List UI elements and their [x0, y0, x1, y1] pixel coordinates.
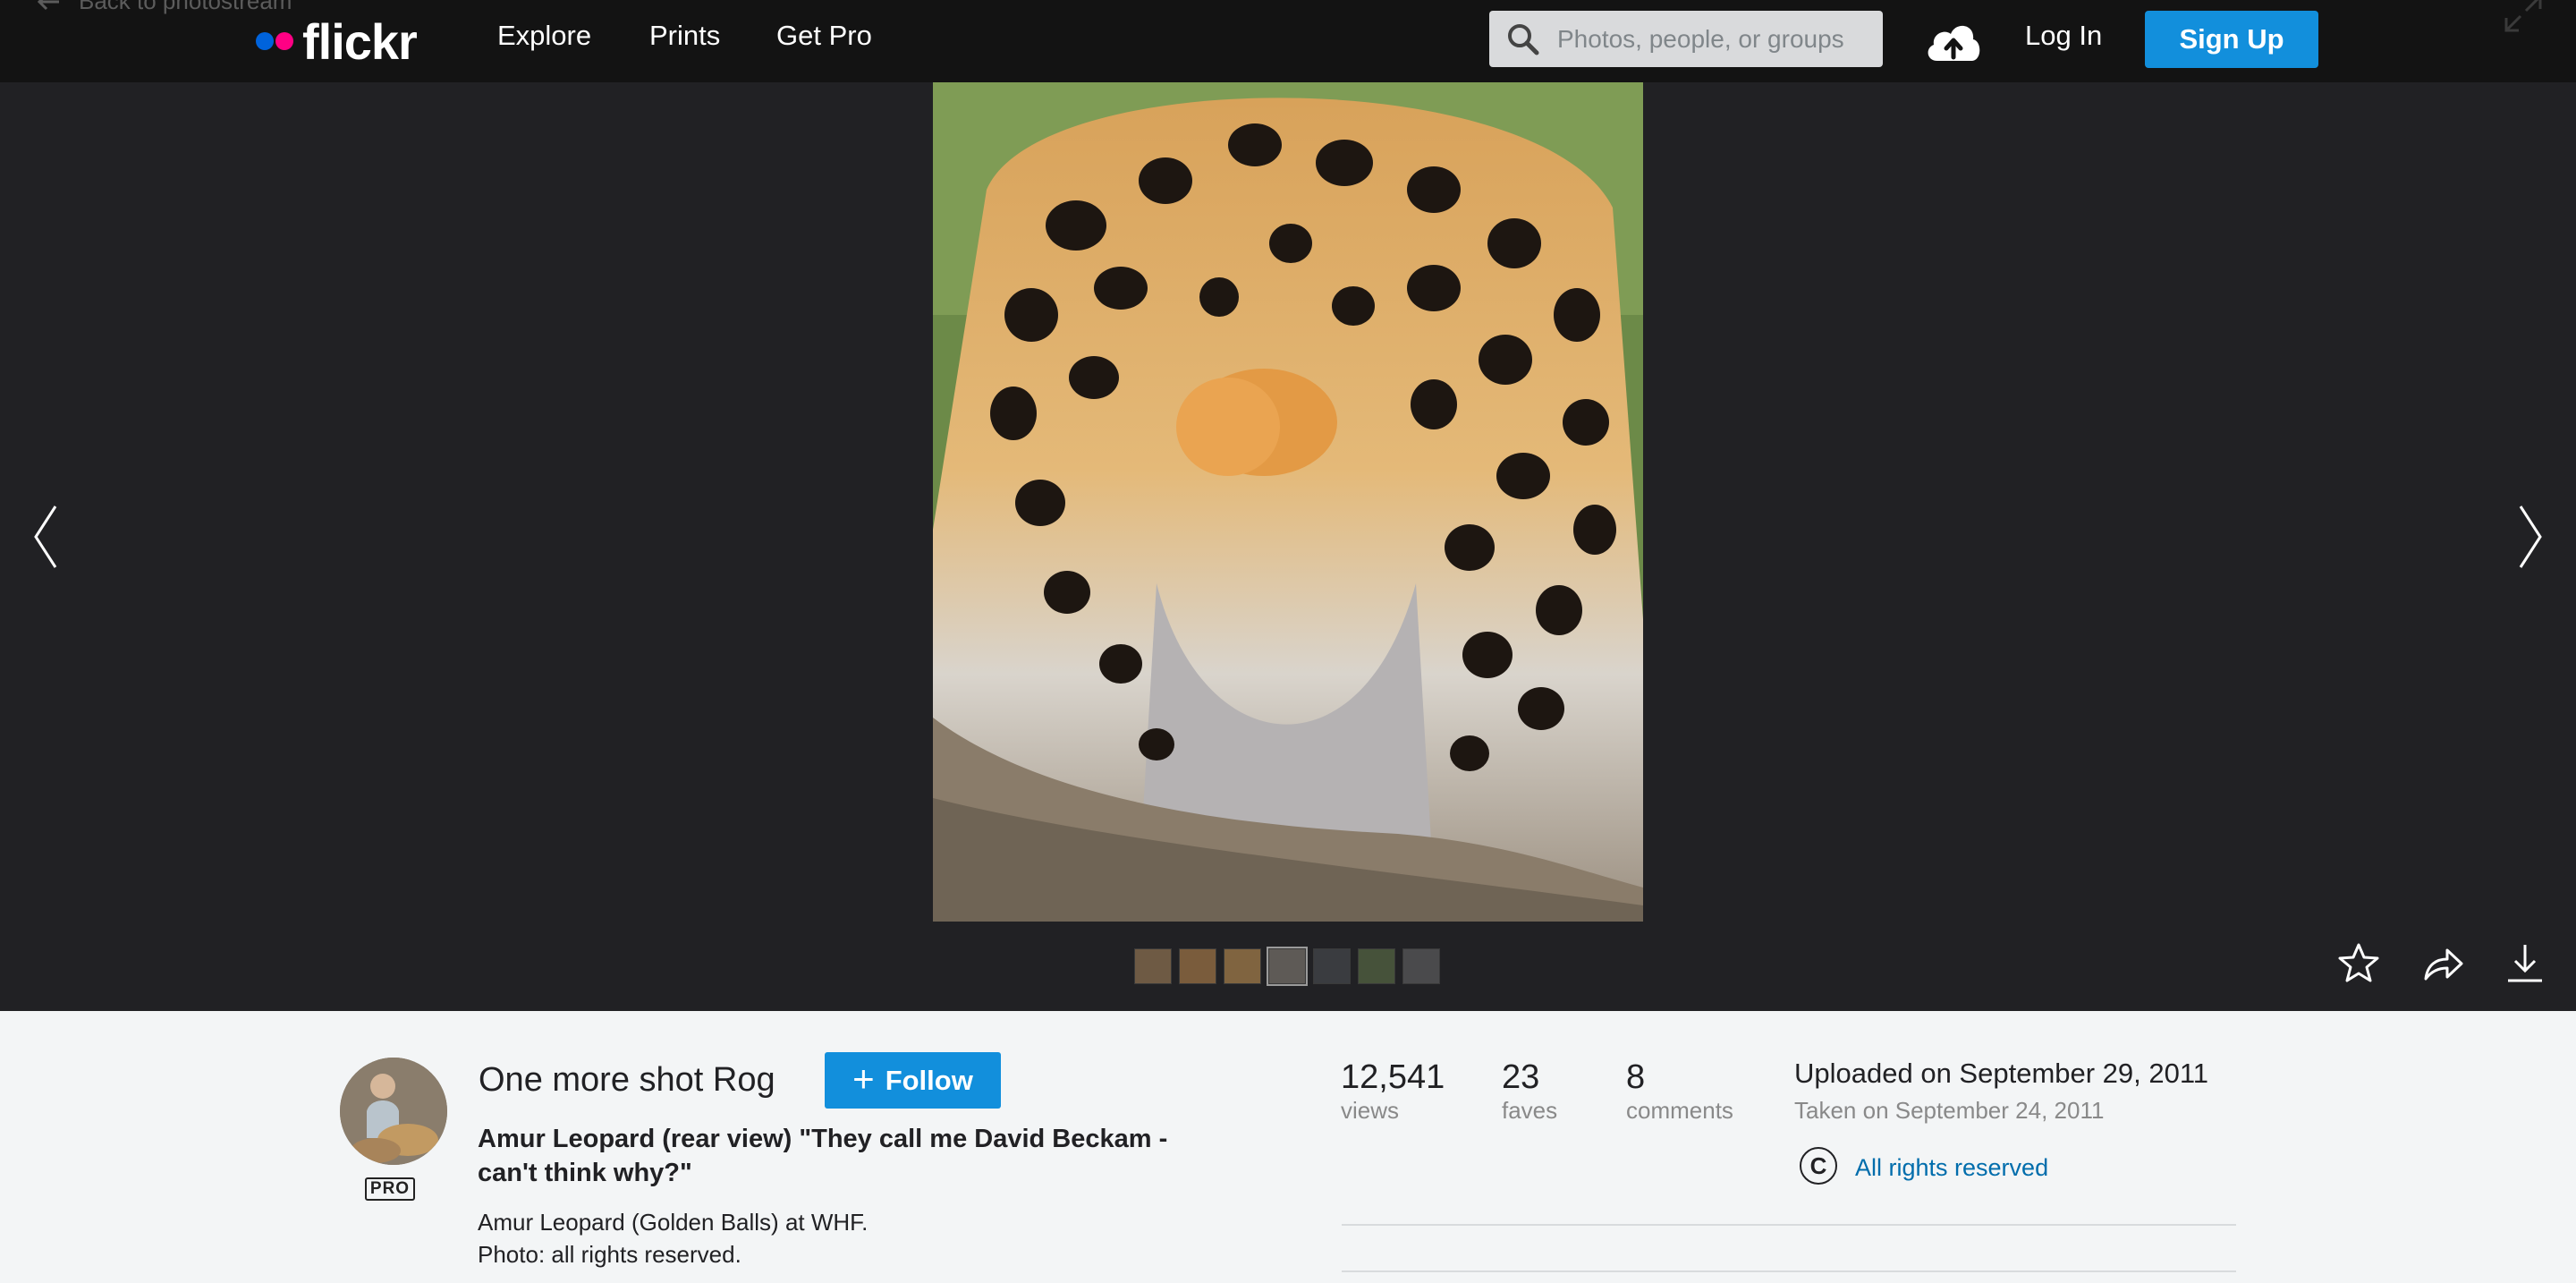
faves-label: faves	[1502, 1097, 1558, 1124]
owner-name-link[interactable]: One more shot Rog	[479, 1061, 775, 1100]
comments-label: comments	[1626, 1097, 1733, 1124]
star-icon[interactable]	[2336, 941, 2381, 986]
faves-count: 23	[1502, 1058, 1540, 1096]
photo-description: Amur Leopard (Golden Balls) at WHF. Phot…	[478, 1206, 868, 1270]
leopard-photo-image	[933, 82, 1643, 922]
logo-wordmark: flickr	[302, 13, 418, 70]
nav-explore[interactable]: Explore	[497, 20, 591, 52]
comments-stat[interactable]: 8 comments	[1626, 1058, 1733, 1124]
expand-icon[interactable]	[2503, 0, 2544, 34]
filmstrip-thumbnail[interactable]	[1179, 948, 1216, 984]
download-icon[interactable]	[2503, 941, 2547, 986]
views-stat: 12,541 views	[1341, 1058, 1445, 1124]
license-link[interactable]: All rights reserved	[1855, 1154, 2048, 1182]
description-line: Photo: all rights reserved.	[478, 1241, 741, 1268]
photo-title: Amur Leopard (rear view) "They call me D…	[478, 1125, 1168, 1187]
views-count: 12,541	[1341, 1058, 1445, 1096]
previous-photo-arrow-icon[interactable]	[32, 503, 59, 571]
nav-get-pro[interactable]: Get Pro	[776, 20, 872, 52]
comments-count: 8	[1626, 1058, 1646, 1096]
avatar[interactable]	[340, 1058, 447, 1165]
back-arrow-icon	[37, 0, 59, 10]
copyright-icon: C	[1800, 1147, 1837, 1185]
top-navigation: flickr Explore Prints Get Pro Log In Sig…	[0, 0, 2576, 82]
filmstrip-thumbnail[interactable]	[1313, 948, 1351, 984]
signup-button[interactable]: Sign Up	[2145, 11, 2318, 68]
next-photo-arrow-icon[interactable]	[2517, 503, 2544, 571]
search-input[interactable]	[1555, 23, 1872, 55]
back-to-photostream-link[interactable]: Back to photostream	[36, 0, 292, 15]
filmstrip-thumbnail[interactable]	[1224, 948, 1261, 984]
filmstrip-thumbnail-current[interactable]	[1267, 947, 1308, 986]
description-line: Amur Leopard (Golden Balls) at WHF.	[478, 1209, 869, 1236]
main-photo[interactable]	[933, 82, 1643, 922]
photo-info-panel: PRO One more shot Rog + Follow Amur Leop…	[0, 1011, 2576, 1283]
logo-pink-dot	[275, 32, 293, 50]
plus-icon: +	[852, 1057, 875, 1100]
taken-date[interactable]: Taken on September 24, 2011	[1794, 1097, 2104, 1125]
views-label: views	[1341, 1097, 1400, 1124]
flickr-logo[interactable]: flickr	[256, 7, 418, 75]
pro-badge: PRO	[365, 1177, 415, 1201]
search-box[interactable]	[1489, 11, 1883, 67]
uploaded-date: Uploaded on September 29, 2011	[1794, 1058, 2209, 1089]
filmstrip-thumbnail[interactable]	[1402, 948, 1440, 984]
filmstrip-thumbnail[interactable]	[1358, 948, 1395, 984]
photo-stage	[0, 82, 2576, 1011]
back-label: Back to photostream	[79, 0, 292, 14]
owner-avatar-image	[340, 1058, 447, 1165]
follow-button[interactable]: + Follow	[825, 1052, 1001, 1109]
photo-filmstrip	[1134, 947, 1440, 986]
divider	[1342, 1270, 2236, 1272]
filmstrip-thumbnail[interactable]	[1134, 948, 1172, 984]
upload-cloud-icon[interactable]	[1923, 14, 1984, 66]
nav-prints[interactable]: Prints	[649, 20, 720, 52]
divider	[1342, 1224, 2236, 1226]
login-link[interactable]: Log In	[2025, 20, 2102, 52]
logo-blue-dot	[256, 32, 274, 50]
faves-stat[interactable]: 23 faves	[1502, 1058, 1557, 1124]
search-icon	[1508, 23, 1539, 55]
follow-label: Follow	[885, 1064, 973, 1096]
share-icon[interactable]	[2420, 941, 2465, 986]
